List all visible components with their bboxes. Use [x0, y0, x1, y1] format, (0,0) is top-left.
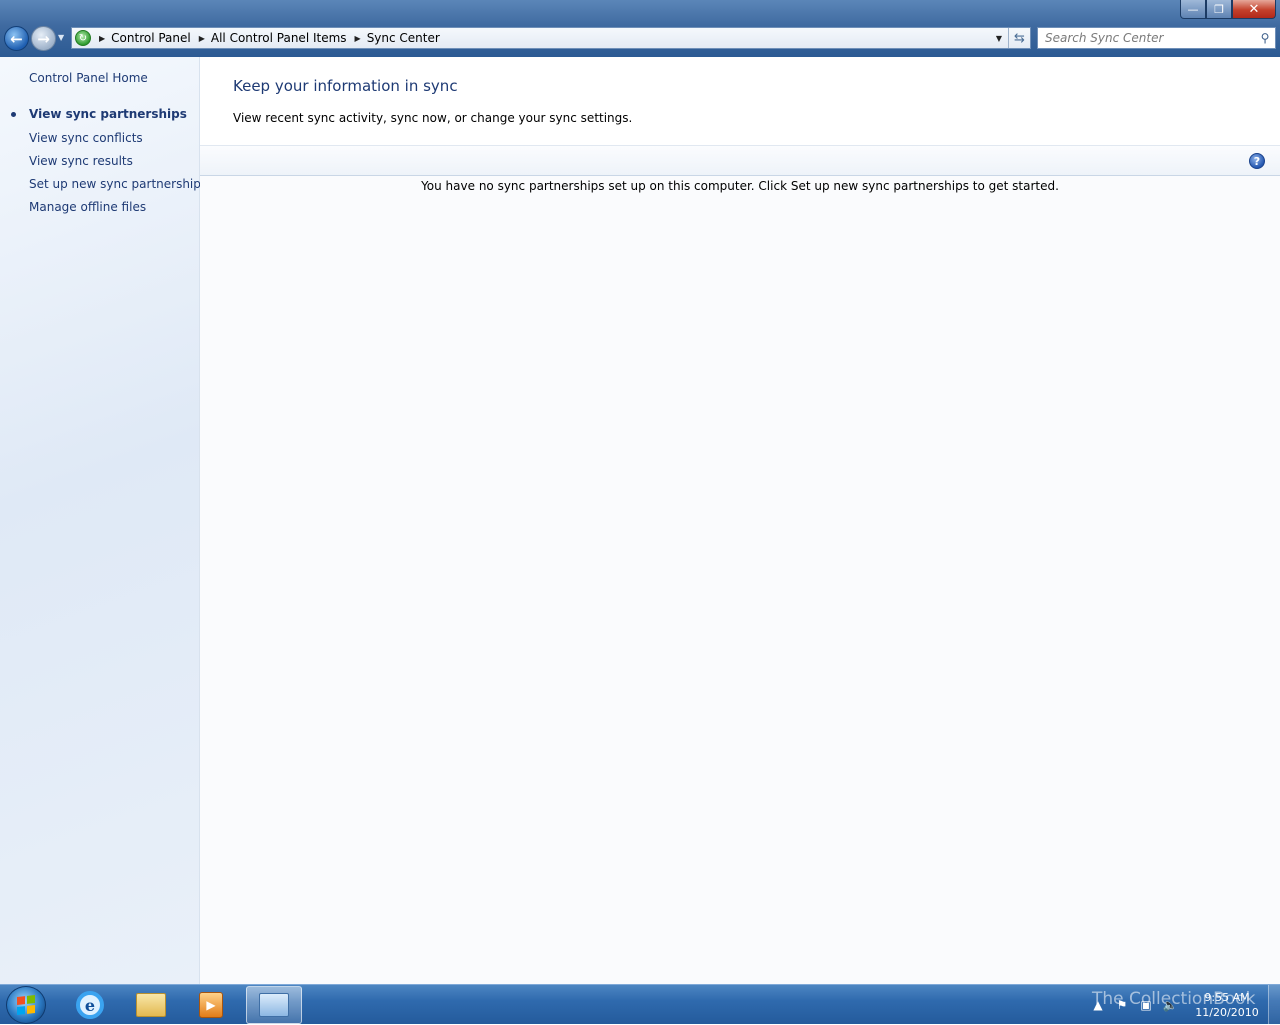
volume-icon[interactable]: 🔈	[1161, 996, 1179, 1014]
breadcrumb-sync-center[interactable]: Sync Center	[367, 31, 440, 45]
page-header: Keep your information in sync View recen…	[200, 57, 1280, 145]
search-box[interactable]: ⚲	[1037, 27, 1276, 49]
internet-explorer-icon: e	[76, 991, 104, 1019]
search-icon[interactable]: ⚲	[1255, 31, 1275, 45]
breadcrumb-control-panel[interactable]: Control Panel	[111, 31, 191, 45]
maximize-button[interactable]: ❐	[1206, 0, 1232, 19]
breadcrumb-separator-icon[interactable]: ▶	[355, 34, 361, 43]
window-titlebar: — ❐ ✕ ← → ▼ ↻ ▶ Control Panel ▶ All Cont…	[0, 0, 1280, 57]
close-button[interactable]: ✕	[1232, 0, 1276, 19]
system-tray: ▲ ⚑ ▣ 🔈 9:55 AM 11/20/2010	[1086, 985, 1280, 1025]
breadcrumb-all-items[interactable]: All Control Panel Items	[211, 31, 347, 45]
page-subtitle: View recent sync activity, sync now, or …	[233, 111, 633, 125]
sidebar-item-view-sync-conflicts[interactable]: View sync conflicts	[29, 131, 143, 145]
control-panel-home-link[interactable]: Control Panel Home	[29, 71, 148, 85]
back-button[interactable]: ←	[4, 26, 29, 51]
breadcrumb-separator-icon[interactable]: ▶	[99, 34, 105, 43]
arrow-right-icon: →	[37, 29, 50, 48]
forward-button[interactable]: →	[31, 26, 56, 51]
left-navigation-pane: Control Panel Home View sync partnership…	[0, 57, 207, 984]
folder-icon	[136, 993, 166, 1017]
arrow-left-icon: ←	[10, 29, 23, 48]
address-history-dropdown[interactable]: ▼	[990, 28, 1008, 48]
action-center-flag-icon[interactable]: ⚑	[1113, 996, 1131, 1014]
taskbar-internet-explorer[interactable]: e	[62, 986, 118, 1024]
search-input[interactable]	[1045, 31, 1255, 45]
sidebar-item-view-sync-partnerships[interactable]: View sync partnerships	[29, 107, 187, 121]
sidebar-item-manage-offline-files[interactable]: Manage offline files	[29, 200, 146, 214]
clock-time: 9:55 AM	[1204, 991, 1250, 1004]
refresh-button[interactable]: ⇆	[1008, 28, 1030, 48]
window-controls: — ❐ ✕	[1180, 0, 1276, 20]
active-bullet-icon	[11, 112, 16, 117]
page-title: Keep your information in sync	[233, 77, 458, 95]
taskbar: e ▶ The CollectionBook ▲ ⚑ ▣ 🔈 9:55 AM 1…	[0, 984, 1280, 1025]
main-content: Keep your information in sync View recen…	[200, 57, 1280, 984]
media-player-icon: ▶	[199, 992, 223, 1018]
command-toolbar: ?	[200, 145, 1280, 176]
windows-logo-icon	[17, 995, 35, 1015]
address-bar[interactable]: ↻ ▶ Control Panel ▶ All Control Panel It…	[71, 27, 1031, 49]
minimize-button[interactable]: —	[1180, 0, 1206, 19]
chevron-down-icon: ▼	[995, 33, 1003, 43]
taskbar-media-player[interactable]: ▶	[183, 986, 239, 1024]
start-button[interactable]	[6, 986, 46, 1024]
sidebar-item-set-up-partnerships[interactable]: Set up new sync partnerships	[29, 177, 207, 191]
breadcrumb-separator-icon[interactable]: ▶	[199, 34, 205, 43]
show-hidden-icons-icon[interactable]: ▲	[1089, 996, 1107, 1014]
recent-pages-dropdown[interactable]: ▼	[58, 33, 64, 42]
control-panel-icon	[259, 993, 289, 1017]
sync-center-icon: ↻	[75, 30, 91, 46]
empty-state-message: You have no sync partnerships set up on …	[421, 179, 1059, 193]
sidebar-item-view-sync-results[interactable]: View sync results	[29, 154, 133, 168]
show-desktop-button[interactable]	[1268, 985, 1280, 1025]
chevron-down-icon: ▼	[58, 33, 65, 42]
refresh-icon: ⇆	[1014, 30, 1025, 46]
taskbar-control-panel[interactable]	[246, 986, 302, 1024]
taskbar-windows-explorer[interactable]	[123, 986, 179, 1024]
help-icon[interactable]: ?	[1249, 153, 1265, 169]
clock-date: 11/20/2010	[1195, 1006, 1259, 1019]
clock[interactable]: 9:55 AM 11/20/2010	[1188, 990, 1266, 1020]
network-icon[interactable]: ▣	[1137, 996, 1155, 1014]
